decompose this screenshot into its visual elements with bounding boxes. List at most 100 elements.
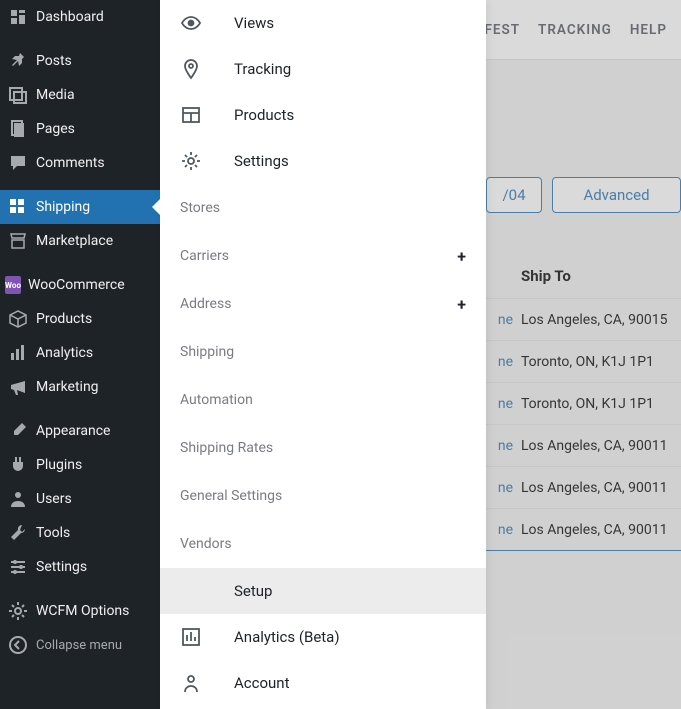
woo-icon: Woo: [8, 275, 28, 295]
table-row[interactable]: neLos Angeles, CA, 90011: [486, 508, 681, 550]
sidebar-item-comments[interactable]: Comments: [0, 146, 160, 180]
submenu-item-label: Settings: [234, 152, 289, 170]
table-row[interactable]: neToronto, ON, K1J 1P1: [486, 382, 681, 424]
submenu-item-label: Views: [234, 14, 274, 32]
sidebar-item-users[interactable]: Users: [0, 482, 160, 516]
cell-name-fragment[interactable]: ne: [486, 522, 521, 538]
sidebar-item-label: WooCommerce: [28, 277, 125, 293]
sidebar-item-products[interactable]: Products: [0, 302, 160, 336]
submenu-section-carriers[interactable]: Carriers+: [160, 232, 486, 280]
sidebar-item-label: Plugins: [36, 457, 82, 473]
wrench-icon: [8, 523, 28, 543]
sidebar-item-label: Settings: [36, 559, 87, 575]
sidebar-item-label: Comments: [36, 155, 105, 171]
cell-ship-to: Los Angeles, CA, 90011: [521, 522, 667, 538]
sidebar-item-media[interactable]: Media: [0, 78, 160, 112]
sidebar-item-tools[interactable]: Tools: [0, 516, 160, 550]
gear-icon: [180, 150, 202, 172]
cell-ship-to: Toronto, ON, K1J 1P1: [521, 396, 654, 412]
top-nav-item[interactable]: TRACKING: [538, 22, 612, 38]
sidebar-item-label: Appearance: [36, 423, 110, 439]
submenu-item-label: Products: [234, 106, 294, 124]
sidebar-item-analytics[interactable]: Analytics: [0, 336, 160, 370]
sidebar-item-label: Marketing: [36, 379, 99, 395]
sidebar-item-label: Media: [36, 87, 75, 103]
submenu-section-automation[interactable]: Automation: [160, 376, 486, 424]
plug-icon: [8, 455, 28, 475]
top-nav: FEST TRACKING HELP: [486, 0, 681, 60]
sidebar-item-posts[interactable]: Posts: [0, 44, 160, 78]
submenu-item-tracking[interactable]: Tracking: [160, 46, 486, 92]
cell-ship-to: Los Angeles, CA, 90015: [521, 312, 667, 328]
submenu-item-label: Tracking: [234, 60, 291, 78]
sidebar-item-label: Tools: [36, 525, 70, 541]
layout-icon: [180, 104, 202, 126]
expand-icon[interactable]: +: [457, 247, 466, 266]
cell-ship-to: Los Angeles, CA, 90011: [521, 480, 667, 496]
submenu-section-address[interactable]: Address+: [160, 280, 486, 328]
sidebar-item-settings[interactable]: Settings: [0, 550, 160, 584]
table-row[interactable]: neLos Angeles, CA, 90011: [486, 424, 681, 466]
cell-ship-to: Los Angeles, CA, 90011: [521, 438, 667, 454]
sidebar-item-label: Products: [36, 311, 92, 327]
sidebar-item-label: WCFM Options: [36, 603, 129, 619]
brush-icon: [8, 421, 28, 441]
submenu-item-setup[interactable]: Setup: [160, 568, 486, 614]
submenu-item-analytics-beta-[interactable]: Analytics (Beta): [160, 614, 486, 660]
cell-name-fragment[interactable]: ne: [486, 354, 521, 370]
column-header-ship-to[interactable]: Ship To: [486, 267, 571, 285]
submenu-section-vendors[interactable]: Vendors: [160, 520, 486, 568]
sidebar-item-label: Shipping: [36, 199, 90, 215]
sidebar-item-label: Marketplace: [36, 233, 113, 249]
sidebar-item-woocommerce[interactable]: WooWooCommerce: [0, 268, 160, 302]
shipping-submenu: Views Tracking Products Settings Stores Carri…: [160, 0, 486, 709]
submenu-section-general-settings[interactable]: General Settings: [160, 472, 486, 520]
sidebar-item-pages[interactable]: Pages: [0, 112, 160, 146]
comments-icon: [8, 153, 28, 173]
cell-name-fragment[interactable]: ne: [486, 396, 521, 412]
cell-name-fragment[interactable]: ne: [486, 312, 521, 328]
submenu-item-views[interactable]: Views: [160, 0, 486, 46]
submenu-section-label: Shipping Rates: [180, 440, 273, 456]
table-row[interactable]: neLos Angeles, CA, 90015: [486, 298, 681, 340]
collapse-menu-button[interactable]: Collapse menu: [0, 628, 160, 662]
wp-admin-sidebar: Dashboard Posts Media Pages Comments Shipping…: [0, 0, 160, 709]
submenu-section-label: General Settings: [180, 488, 282, 504]
store-icon: [8, 231, 28, 251]
sidebar-item-wcfm-options[interactable]: WCFM Options: [0, 594, 160, 628]
orders-table: Ship To neLos Angeles, CA, 90015neToront…: [486, 254, 681, 551]
collapse-menu-label: Collapse menu: [36, 638, 122, 653]
cell-name-fragment[interactable]: ne: [486, 480, 521, 496]
submenu-section-label: Shipping: [180, 344, 234, 360]
submenu-item-label: Analytics (Beta): [234, 628, 340, 646]
submenu-section-shipping[interactable]: Shipping: [160, 328, 486, 376]
cell-name-fragment[interactable]: ne: [486, 438, 521, 454]
table-row[interactable]: neLos Angeles, CA, 90011: [486, 466, 681, 508]
expand-icon[interactable]: +: [457, 295, 466, 314]
dashboard-icon: [8, 7, 28, 27]
submenu-section-stores[interactable]: Stores: [160, 184, 486, 232]
table-row[interactable]: neToronto, ON, K1J 1P1: [486, 340, 681, 382]
table-header-row: Ship To: [486, 254, 681, 298]
sidebar-item-marketplace[interactable]: Marketplace: [0, 224, 160, 258]
sidebar-item-dashboard[interactable]: Dashboard: [0, 0, 160, 34]
sidebar-item-label: Pages: [36, 121, 75, 137]
pin-circle-icon: [180, 58, 202, 80]
user-icon: [8, 489, 28, 509]
submenu-item-account[interactable]: Account: [160, 660, 486, 706]
top-nav-item[interactable]: HELP: [630, 22, 667, 38]
submenu-item-products[interactable]: Products: [160, 92, 486, 138]
filters-row: /04 Advanced: [486, 176, 681, 214]
submenu-section-shipping-rates[interactable]: Shipping Rates: [160, 424, 486, 472]
sidebar-item-marketing[interactable]: Marketing: [0, 370, 160, 404]
top-nav-item[interactable]: FEST: [484, 22, 520, 38]
sidebar-item-plugins[interactable]: Plugins: [0, 448, 160, 482]
sliders-icon: [8, 557, 28, 577]
submenu-section-label: Stores: [180, 200, 220, 216]
submenu-item-settings[interactable]: Settings: [160, 138, 486, 184]
sidebar-item-appearance[interactable]: Appearance: [0, 414, 160, 448]
date-filter[interactable]: /04: [486, 177, 542, 213]
advanced-filter-button[interactable]: Advanced: [552, 177, 681, 213]
bars-icon: [8, 343, 28, 363]
sidebar-item-shipping[interactable]: Shipping: [0, 190, 160, 224]
